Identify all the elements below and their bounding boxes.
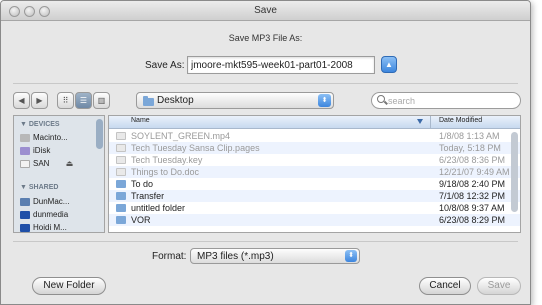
drive-icon (20, 159, 30, 168)
file-row[interactable]: VOR 6/23/08 8:29 PM (109, 214, 520, 226)
icon-view-icon: ⠿ (62, 96, 69, 105)
new-folder-button[interactable]: New Folder (32, 277, 106, 295)
format-select[interactable]: MP3 files (*.mp3) ⬍ (190, 248, 360, 264)
sidebar-item-heidi[interactable]: Hoidi M... (20, 223, 67, 232)
column-divider[interactable] (430, 116, 431, 129)
save-prompt: Save MP3 File As: (228, 33, 303, 43)
file-name: untitled folder (131, 203, 186, 213)
sidebar-item-label: DunMac... (33, 197, 70, 206)
folder-icon (116, 216, 126, 224)
file-row[interactable]: SOYLENT_GREEN.mp4 1/8/08 1:13 AM (109, 130, 520, 142)
file-row[interactable]: Tech Tuesday Sansa Clip.pages Today, 5:18… (109, 142, 520, 154)
file-row[interactable]: untitled folder 10/8/08 9:37 AM (109, 202, 520, 214)
file-name: To do (131, 179, 154, 189)
computer-icon (20, 223, 30, 232)
save-as-label: Save As: (145, 60, 185, 71)
sort-arrow-icon (417, 119, 423, 124)
column-view-button[interactable]: ▥ (93, 92, 110, 109)
file-date: 9/18/08 2:40 PM (439, 179, 506, 189)
file-date: 7/1/08 12:32 PM (439, 191, 506, 201)
format-value: MP3 files (*.mp3) (197, 251, 274, 262)
back-button[interactable]: ◀ (13, 92, 30, 109)
computer-icon (20, 210, 30, 219)
file-row[interactable]: Things to Do.doc 12/21/07 9:49 AM (109, 166, 520, 178)
icon-view-button[interactable]: ⠿ (57, 92, 74, 109)
file-row[interactable]: Tech Tuesday.key 6/23/08 8:36 PM (109, 154, 520, 166)
file-name: Tech Tuesday Sansa Clip.pages (131, 143, 260, 153)
file-date: Today, 5:18 PM (439, 143, 501, 153)
file-date: 6/23/08 8:36 PM (439, 155, 506, 165)
computer-icon (20, 197, 30, 206)
chevron-down-icon: ▲ (385, 60, 393, 69)
sidebar-item-label: iDisk (33, 146, 51, 155)
forward-arrow-icon: ▶ (36, 96, 43, 105)
document-icon (116, 168, 126, 176)
sidebar-item-dunmedia[interactable]: dunmedia (20, 210, 68, 219)
location-popup[interactable]: Desktop ⬍ (136, 92, 334, 109)
file-row[interactable]: Transfer 7/1/08 12:32 PM (109, 190, 520, 202)
folder-icon (116, 180, 126, 188)
divider (13, 241, 518, 242)
search-icon (377, 95, 385, 103)
sidebar-scrollbar[interactable] (96, 119, 103, 149)
document-icon (116, 144, 126, 152)
sidebar-item-dunmac[interactable]: DunMac... (20, 197, 69, 206)
date-column-header[interactable]: Date Modified (439, 117, 482, 124)
sidebar-item-label: Macinto... (33, 133, 68, 142)
search-placeholder: search (388, 96, 416, 106)
folder-icon (143, 96, 154, 106)
file-name: Transfer (131, 191, 165, 201)
title-bar[interactable]: Save (1, 1, 530, 21)
format-label: Format: (152, 251, 187, 262)
file-name: Things to Do.doc (131, 167, 200, 177)
document-icon (116, 156, 126, 164)
sidebar-item-label: dunmedia (33, 210, 69, 219)
file-date: 1/8/08 1:13 AM (439, 131, 500, 141)
name-column-header[interactable]: Name (131, 117, 150, 124)
hard-drive-icon (20, 133, 30, 142)
file-date: 12/21/07 9:49 AM (439, 167, 510, 177)
sidebar: ▼ DEVICES Macinto... iDisk SAN ⏏ ▼ SHARE… (13, 115, 105, 233)
file-date: 6/23/08 8:29 PM (439, 215, 506, 225)
cancel-button[interactable]: Cancel (419, 277, 471, 295)
expand-dialog-button[interactable]: ▲ (381, 56, 397, 73)
divider (13, 83, 518, 84)
search-field[interactable]: search (371, 92, 521, 109)
sidebar-item-san[interactable]: SAN ⏏ (20, 159, 73, 168)
popup-arrows-icon: ⬍ (318, 94, 331, 107)
idisk-icon (20, 146, 30, 155)
file-date: 10/8/08 9:37 AM (439, 203, 505, 213)
sidebar-item-idisk[interactable]: iDisk (20, 146, 50, 155)
file-list: Name Date Modified SOYLENT_GREEN.mp4 1/8/… (108, 115, 521, 233)
save-as-input[interactable] (187, 56, 375, 74)
file-name: VOR (131, 215, 151, 225)
popup-arrows-icon: ⬍ (345, 250, 357, 262)
back-arrow-icon: ◀ (18, 96, 25, 105)
file-list-scrollbar[interactable] (511, 132, 518, 212)
sidebar-item-macintosh[interactable]: Macinto... (20, 133, 68, 142)
column-header: Name Date Modified (109, 116, 520, 129)
sidebar-header-devices: ▼ DEVICES (20, 121, 60, 128)
folder-icon (116, 204, 126, 212)
eject-icon[interactable]: ⏏ (66, 159, 74, 168)
forward-button[interactable]: ▶ (31, 92, 48, 109)
list-view-button[interactable]: ☰ (75, 92, 92, 109)
sidebar-item-label: Hoidi M... (33, 223, 67, 232)
document-icon (116, 132, 126, 140)
list-view-icon: ☰ (79, 96, 88, 105)
save-button[interactable]: Save (477, 277, 521, 295)
column-view-icon: ▥ (97, 96, 106, 105)
file-name: SOYLENT_GREEN.mp4 (131, 131, 231, 141)
sidebar-item-label: SAN (33, 159, 50, 168)
window-title: Save (254, 5, 277, 16)
folder-icon (116, 192, 126, 200)
file-name: Tech Tuesday.key (131, 155, 203, 165)
file-row[interactable]: To do 9/18/08 2:40 PM (109, 178, 520, 190)
sidebar-header-shared: ▼ SHARED (20, 184, 59, 191)
save-dialog: Save Save MP3 File As: Save As: ▲ ◀ ▶ ⠿ … (0, 0, 531, 305)
location-label: Desktop (157, 95, 194, 106)
